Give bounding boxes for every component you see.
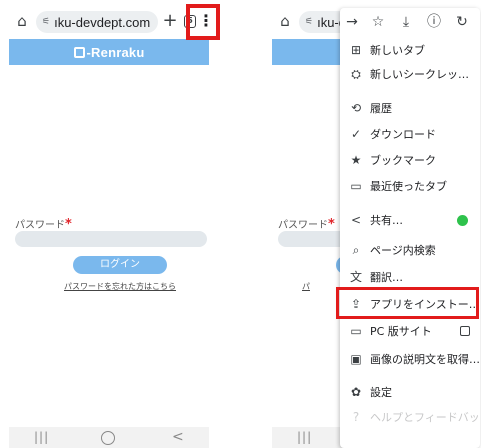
- recent-tabs-icon: ▭: [350, 179, 362, 193]
- login-button[interactable]: ログイン: [73, 256, 167, 274]
- password-label: パスワード*: [278, 217, 335, 232]
- site-settings-icon[interactable]: ⚟: [42, 17, 50, 27]
- menu-item-bookmarks[interactable]: ★ ブックマーク: [340, 148, 480, 172]
- menu-item-downloads[interactable]: ✓ ダウンロード: [340, 122, 480, 146]
- history-icon: ⟲: [350, 101, 362, 115]
- share-icon: <: [350, 213, 362, 227]
- recents-button[interactable]: |||: [297, 429, 312, 445]
- incognito-icon: ⛭: [351, 67, 361, 81]
- menu-top-actions: → ☆ ⤓ ⓘ ↻: [340, 8, 480, 36]
- home-icon[interactable]: ⌂: [13, 12, 31, 30]
- menu-item-image-description[interactable]: ▣ 画像の説明文を取得…: [340, 347, 480, 371]
- menu-item-incognito[interactable]: ⛭ 新しいシークレッ…: [340, 62, 480, 86]
- menu-item-new-tab[interactable]: ⊞ 新しいタブ: [340, 38, 480, 62]
- home-nav-button[interactable]: [101, 431, 115, 445]
- forward-arrow-icon[interactable]: →: [342, 12, 362, 32]
- line-app-icon[interactable]: [457, 214, 468, 226]
- menu-item-help[interactable]: ? ヘルプとフィードバック: [340, 405, 480, 429]
- phone-screen-before: ⌂ ⚟ ıku-devdept.com + 5 -Renraku パスワード* …: [9, 0, 209, 448]
- help-icon: ?: [352, 410, 360, 424]
- highlight-install-app: [336, 287, 479, 319]
- forgot-password-link[interactable]: パ: [302, 281, 310, 292]
- password-input[interactable]: [15, 231, 207, 247]
- required-mark: *: [65, 217, 72, 232]
- system-nav-bar: ||| <: [9, 427, 209, 448]
- back-button[interactable]: <: [172, 429, 184, 445]
- app-logo-icon: [73, 46, 85, 58]
- password-label: パスワード*: [15, 217, 72, 232]
- menu-item-history[interactable]: ⟲ 履歴: [340, 96, 480, 120]
- address-bar[interactable]: ⚟ ıku-devdept.com: [36, 11, 158, 33]
- menu-item-translate[interactable]: 文 翻訳…: [340, 265, 480, 289]
- forgot-password-link[interactable]: パスワードを忘れた方はこちら: [64, 281, 176, 292]
- star-icon: ★: [350, 153, 362, 167]
- reload-icon[interactable]: ↻: [452, 12, 472, 32]
- app-header: -Renraku: [9, 39, 209, 65]
- browser-toolbar: ⌂ ⚟ ıku-devdept.com + 5: [9, 8, 209, 36]
- new-tab-icon: ⊞: [350, 43, 362, 57]
- download-icon[interactable]: ⤓: [396, 12, 416, 32]
- menu-item-find-in-page[interactable]: ⌕ ページ内検索: [340, 238, 480, 262]
- url-text: ıku-devdept.com: [54, 14, 151, 30]
- menu-item-desktop-site[interactable]: ▭ PC 版サイト: [340, 319, 480, 343]
- app-title: -Renraku: [86, 44, 145, 60]
- settings-icon: ✿: [350, 385, 362, 399]
- info-icon[interactable]: ⓘ: [424, 12, 444, 32]
- highlight-menu-button: [186, 4, 220, 40]
- home-icon[interactable]: ⌂: [276, 12, 294, 30]
- menu-item-recent-tabs[interactable]: ▭ 最近使ったタブ: [340, 174, 480, 198]
- overflow-menu: → ☆ ⤓ ⓘ ↻ ⊞ 新しいタブ ⛭ 新しいシークレッ… ⟲ 履歴 ✓ ダウン…: [340, 8, 480, 448]
- download-check-icon: ✓: [350, 127, 362, 141]
- menu-item-settings[interactable]: ✿ 設定: [340, 380, 480, 404]
- required-mark: *: [328, 217, 335, 232]
- new-tab-button[interactable]: +: [161, 10, 179, 32]
- recents-button[interactable]: |||: [34, 429, 49, 445]
- translate-icon: 文: [349, 270, 362, 284]
- menu-item-share[interactable]: < 共有…: [340, 208, 480, 232]
- find-in-page-icon: ⌕: [352, 243, 360, 257]
- site-settings-icon[interactable]: ⚟: [305, 17, 313, 27]
- desktop-icon: ▭: [350, 324, 362, 338]
- star-icon[interactable]: ☆: [368, 12, 388, 32]
- image-description-icon: ▣: [350, 352, 362, 366]
- desktop-site-checkbox[interactable]: [460, 326, 470, 336]
